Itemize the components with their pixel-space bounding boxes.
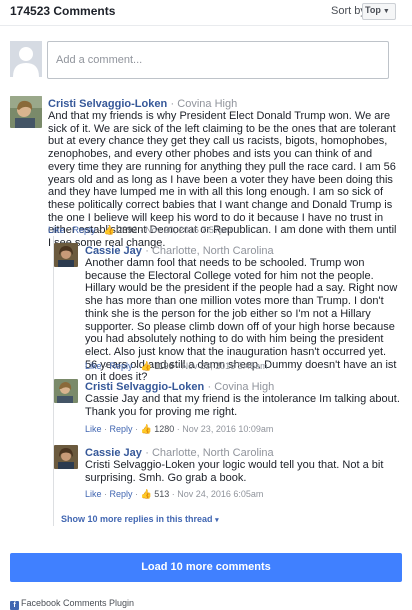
reply-time[interactable]: Nov 23, 2016 5:45am	[182, 361, 268, 371]
reply-header: Cristi Selvaggio-Loken · Covina High	[85, 379, 274, 393]
reply-header: Cassie Jay · Charlotte, North Carolina	[85, 243, 274, 257]
load-more-comments-button[interactable]: Load 10 more comments	[10, 553, 402, 582]
comment-header: Cristi Selvaggio-Loken · Covina High	[48, 96, 237, 110]
reply-affiliation: · Charlotte, North Carolina	[145, 447, 274, 459]
reply-link[interactable]: Reply	[73, 225, 96, 235]
sort-value: Top	[365, 5, 381, 15]
like-link[interactable]: Like	[85, 424, 102, 434]
like-count: 1280	[154, 424, 175, 434]
chevron-down-icon: ▼	[382, 8, 390, 15]
facebook-plugin-link[interactable]: f Facebook Comments Plugin	[10, 598, 134, 610]
reply-link[interactable]: Reply	[110, 361, 133, 371]
thumbs-up-icon: 👍	[103, 225, 115, 235]
header-divider	[0, 25, 412, 26]
reply-actions: Like · Reply · 👍 1280 · Nov 23, 2016 10:…	[85, 424, 274, 434]
chevron-down-icon: ▾	[215, 517, 219, 524]
show-more-replies-label: Show 10 more replies in this thread	[61, 514, 213, 524]
add-comment-input[interactable]: Add a comment...	[47, 41, 389, 79]
like-link[interactable]: Like	[48, 225, 65, 235]
reply-text: Cristi Selvaggio-Loken your logic would …	[85, 459, 384, 484]
reply-affiliation: · Covina High	[207, 381, 275, 393]
reply-text: Cassie Jay and that my friend is the int…	[85, 393, 400, 418]
reply-link[interactable]: Reply	[110, 424, 133, 434]
like-count: 513	[154, 489, 170, 499]
like-count: 1196	[154, 361, 174, 371]
sort-by-label: Sort by	[331, 5, 366, 17]
reply-actions: Like · Reply · 👍 513 · Nov 24, 2016 6:05…	[85, 489, 264, 499]
reply-affiliation: · Charlotte, North Carolina	[145, 245, 274, 257]
thumbs-up-icon: 👍	[140, 489, 152, 499]
comment-time[interactable]: Nov 20, 2016 7:57pm	[145, 225, 231, 235]
reply-header: Cassie Jay · Charlotte, North Carolina	[85, 445, 274, 459]
like-count: 2392	[117, 225, 138, 235]
reply-time[interactable]: Nov 24, 2016 6:05am	[177, 489, 263, 499]
reply-author[interactable]: Cassie Jay	[85, 447, 142, 459]
like-link[interactable]: Like	[85, 361, 102, 371]
sort-dropdown[interactable]: Top ▼	[362, 3, 396, 20]
thumbs-up-icon: 👍	[140, 361, 152, 371]
comment-affiliation: · Covina High	[170, 98, 238, 110]
reply-link[interactable]: Reply	[110, 489, 133, 499]
facebook-plugin-label: Facebook Comments Plugin	[21, 598, 135, 608]
reply-author[interactable]: Cristi Selvaggio-Loken	[85, 381, 204, 393]
avatar[interactable]	[54, 243, 78, 267]
show-more-replies-link[interactable]: Show 10 more replies in this thread ▾	[61, 514, 219, 524]
thumbs-up-icon: 👍	[140, 424, 152, 434]
comment-actions: Like · Reply · 👍 2392 · Nov 20, 2016 7:5…	[48, 225, 232, 235]
avatar[interactable]	[10, 96, 42, 128]
comment-author[interactable]: Cristi Selvaggio-Loken	[48, 98, 167, 110]
avatar[interactable]	[54, 445, 78, 469]
add-comment-placeholder: Add a comment...	[56, 54, 143, 66]
avatar[interactable]	[54, 379, 78, 403]
avatar-placeholder-icon	[10, 41, 42, 77]
reply-actions: Like · Reply · 👍 1196 · Nov 23, 2016 5:4…	[85, 361, 268, 371]
comment-count: 174523 Comments	[10, 4, 116, 18]
reply-author[interactable]: Cassie Jay	[85, 245, 142, 257]
reply-time[interactable]: Nov 23, 2016 10:09am	[182, 424, 273, 434]
like-link[interactable]: Like	[85, 489, 102, 499]
